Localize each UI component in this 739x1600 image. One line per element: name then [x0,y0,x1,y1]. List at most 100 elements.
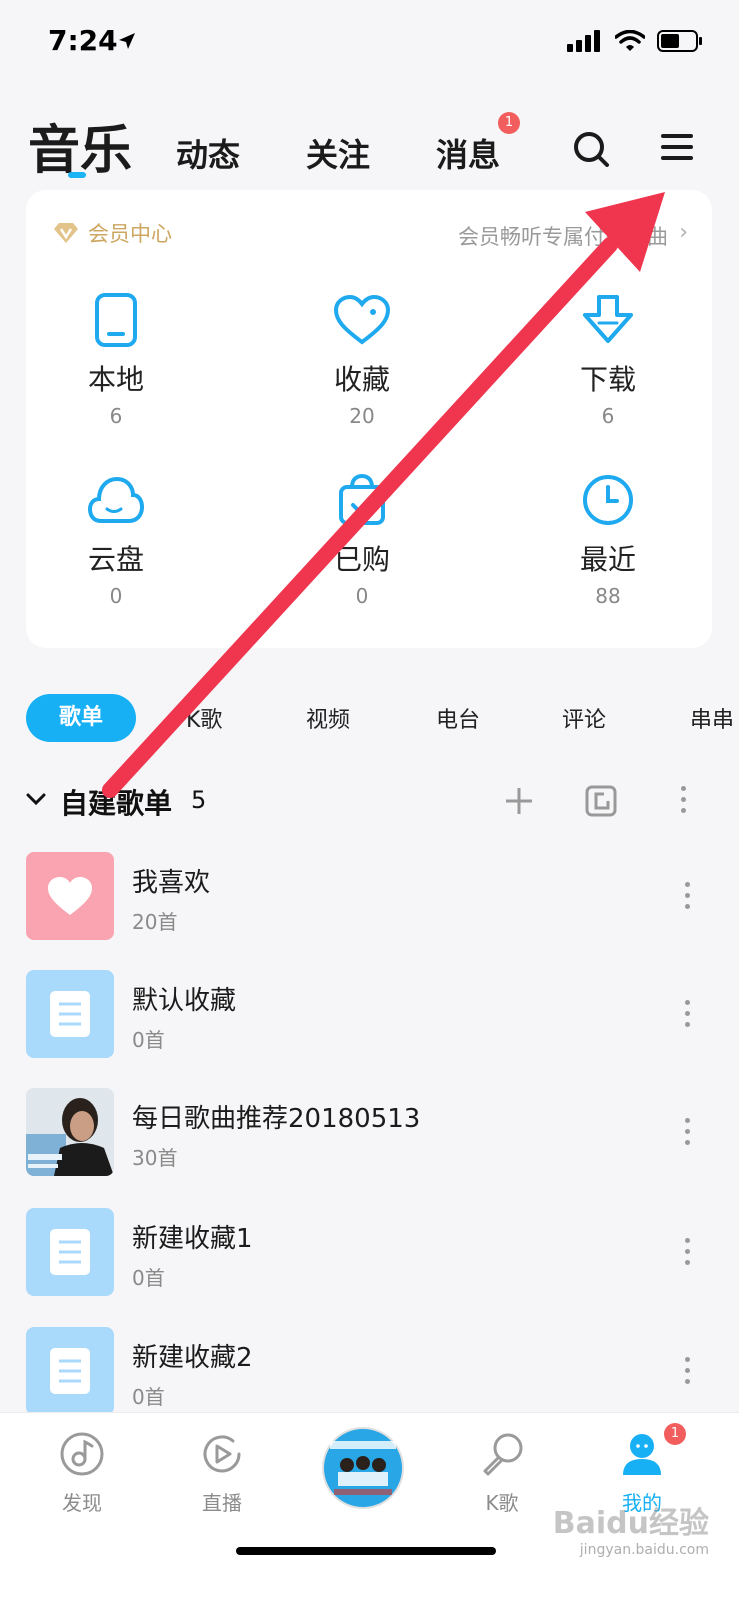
playlist-row[interactable]: 新建收藏2 0首 [0,1327,739,1417]
playlist-count: 20首 [132,910,178,934]
microphone-icon [483,1433,523,1476]
more-icon[interactable] [685,1357,691,1390]
more-icon[interactable] [685,1118,691,1151]
grid-label: 本地 [87,363,144,396]
more-icon[interactable] [685,1238,691,1271]
album-cover-image [322,1427,404,1509]
nav-discover[interactable]: 发现 [32,1431,132,1516]
menu-icon[interactable] [660,130,694,164]
battery-icon [657,30,702,52]
grid-item-favorites[interactable]: 收藏 20 [282,290,442,428]
document-icon [50,1348,90,1394]
signal-icon [567,30,600,52]
playlist-section-title[interactable]: 自建歌单 [60,782,172,822]
grid-item-recent[interactable]: 最近 88 [528,470,688,608]
grid-count: 88 [595,584,621,608]
my-music-card: 会员中心 会员畅听专属付费歌曲 › 本地 6 收藏 20 下载 6 云盘 0 已… [26,190,712,648]
search-icon[interactable] [572,130,610,168]
playlist-cover [26,1208,114,1296]
vip-description: 会员畅听专属付费歌曲 [458,225,668,249]
grid-label: 已购 [333,543,390,576]
location-arrow-icon [119,33,135,49]
grid-count: 20 [349,404,375,428]
import-icon[interactable] [584,784,618,818]
playlist-cover [26,1327,114,1415]
nav-karaoke[interactable]: K歌 [452,1431,552,1516]
tab-messages[interactable]: 消息 [436,130,500,176]
more-icon[interactable] [681,786,687,819]
playlist-count: 30首 [132,1146,178,1170]
live-play-icon [203,1435,241,1473]
tab-karaoke[interactable]: K歌 [186,702,222,734]
grid-item-cloud[interactable]: 云盘 0 [36,470,196,608]
grid-count: 0 [109,584,123,608]
mine-badge: 1 [664,1423,686,1445]
active-tab-indicator [68,172,86,178]
tab-dynamic[interactable]: 动态 [176,130,240,176]
heart-icon [333,294,391,345]
bag-icon [339,473,385,525]
more-icon[interactable] [685,882,691,915]
tab-radio[interactable]: 电台 [436,702,480,734]
tab-video[interactable]: 视频 [306,702,350,734]
content-tabs: 歌单 K歌 视频 电台 评论 串串 [0,694,739,744]
playlist-row[interactable]: 我喜欢 20首 [0,852,739,942]
status-bar: 7:24 [0,0,739,90]
nav-label: 直播 [202,1491,242,1515]
heart-icon [48,877,92,915]
playlist-cover [26,970,114,1058]
tab-comments[interactable]: 评论 [562,702,606,734]
now-playing-cover[interactable] [322,1427,404,1513]
top-nav: 音乐 动态 关注 消息 1 [0,100,739,190]
wifi-icon [615,30,645,51]
clock-icon [583,475,633,525]
messages-badge: 1 [498,112,520,134]
nav-label: 发现 [62,1491,102,1515]
tab-chuanchuan[interactable]: 串串 [690,702,734,734]
playlist-row[interactable]: 每日歌曲推荐20180513 30首 [0,1088,739,1178]
tab-follow[interactable]: 关注 [306,130,370,176]
grid-item-local[interactable]: 本地 6 [36,290,196,428]
grid-count: 0 [355,584,369,608]
playlist-row[interactable]: 默认收藏 0首 [0,970,739,1060]
playlist-name: 默认收藏 [132,986,237,1016]
home-indicator [236,1547,496,1555]
nav-live[interactable]: 直播 [172,1431,272,1516]
playlist-section-header: 自建歌单 5 [0,780,739,824]
chevron-right-icon: › [679,220,688,245]
grid-count: 6 [109,404,123,428]
watermark: Baidu经验 jingyan.baidu.com [553,1498,709,1558]
grid-label: 下载 [579,363,636,396]
add-icon[interactable] [504,786,534,816]
playlist-row[interactable]: 新建收藏1 0首 [0,1208,739,1298]
grid-label: 云盘 [87,543,144,576]
playlist-cover [26,852,114,940]
vip-row[interactable]: 会员中心 会员畅听专属付费歌曲 › [52,218,692,249]
playlist-name: 新建收藏1 [132,1224,253,1254]
playlist-count: 0首 [132,1385,165,1409]
playlist-name: 我喜欢 [132,868,211,898]
music-disc-icon [60,1432,104,1476]
playlist-name: 每日歌曲推荐20180513 [132,1104,421,1134]
more-icon[interactable] [685,1000,691,1033]
playlist-name: 新建收藏2 [132,1343,253,1373]
playlist-count: 0首 [132,1028,165,1052]
grid-item-purchased[interactable]: 已购 0 [282,470,442,608]
nav-label: K歌 [485,1491,519,1515]
vip-diamond-icon [54,223,78,243]
watermark-url: jingyan.baidu.com [579,1542,709,1558]
tab-playlists[interactable]: 歌单 [26,694,136,742]
grid-item-download[interactable]: 下载 6 [528,290,688,428]
cloud-icon [87,476,145,523]
chevron-down-icon[interactable] [26,792,46,806]
artist-photo-image [26,1088,114,1176]
grid-count: 6 [601,404,615,428]
playlist-section-count: 5 [191,786,207,814]
phone-icon [95,293,137,347]
grid-label: 收藏 [333,363,390,396]
vip-center-label: 会员中心 [88,222,172,246]
watermark-brand: Baidu经验 [552,1506,709,1541]
grid-label: 最近 [579,543,636,576]
status-time: 7:24 [48,24,118,57]
download-icon [583,295,633,343]
